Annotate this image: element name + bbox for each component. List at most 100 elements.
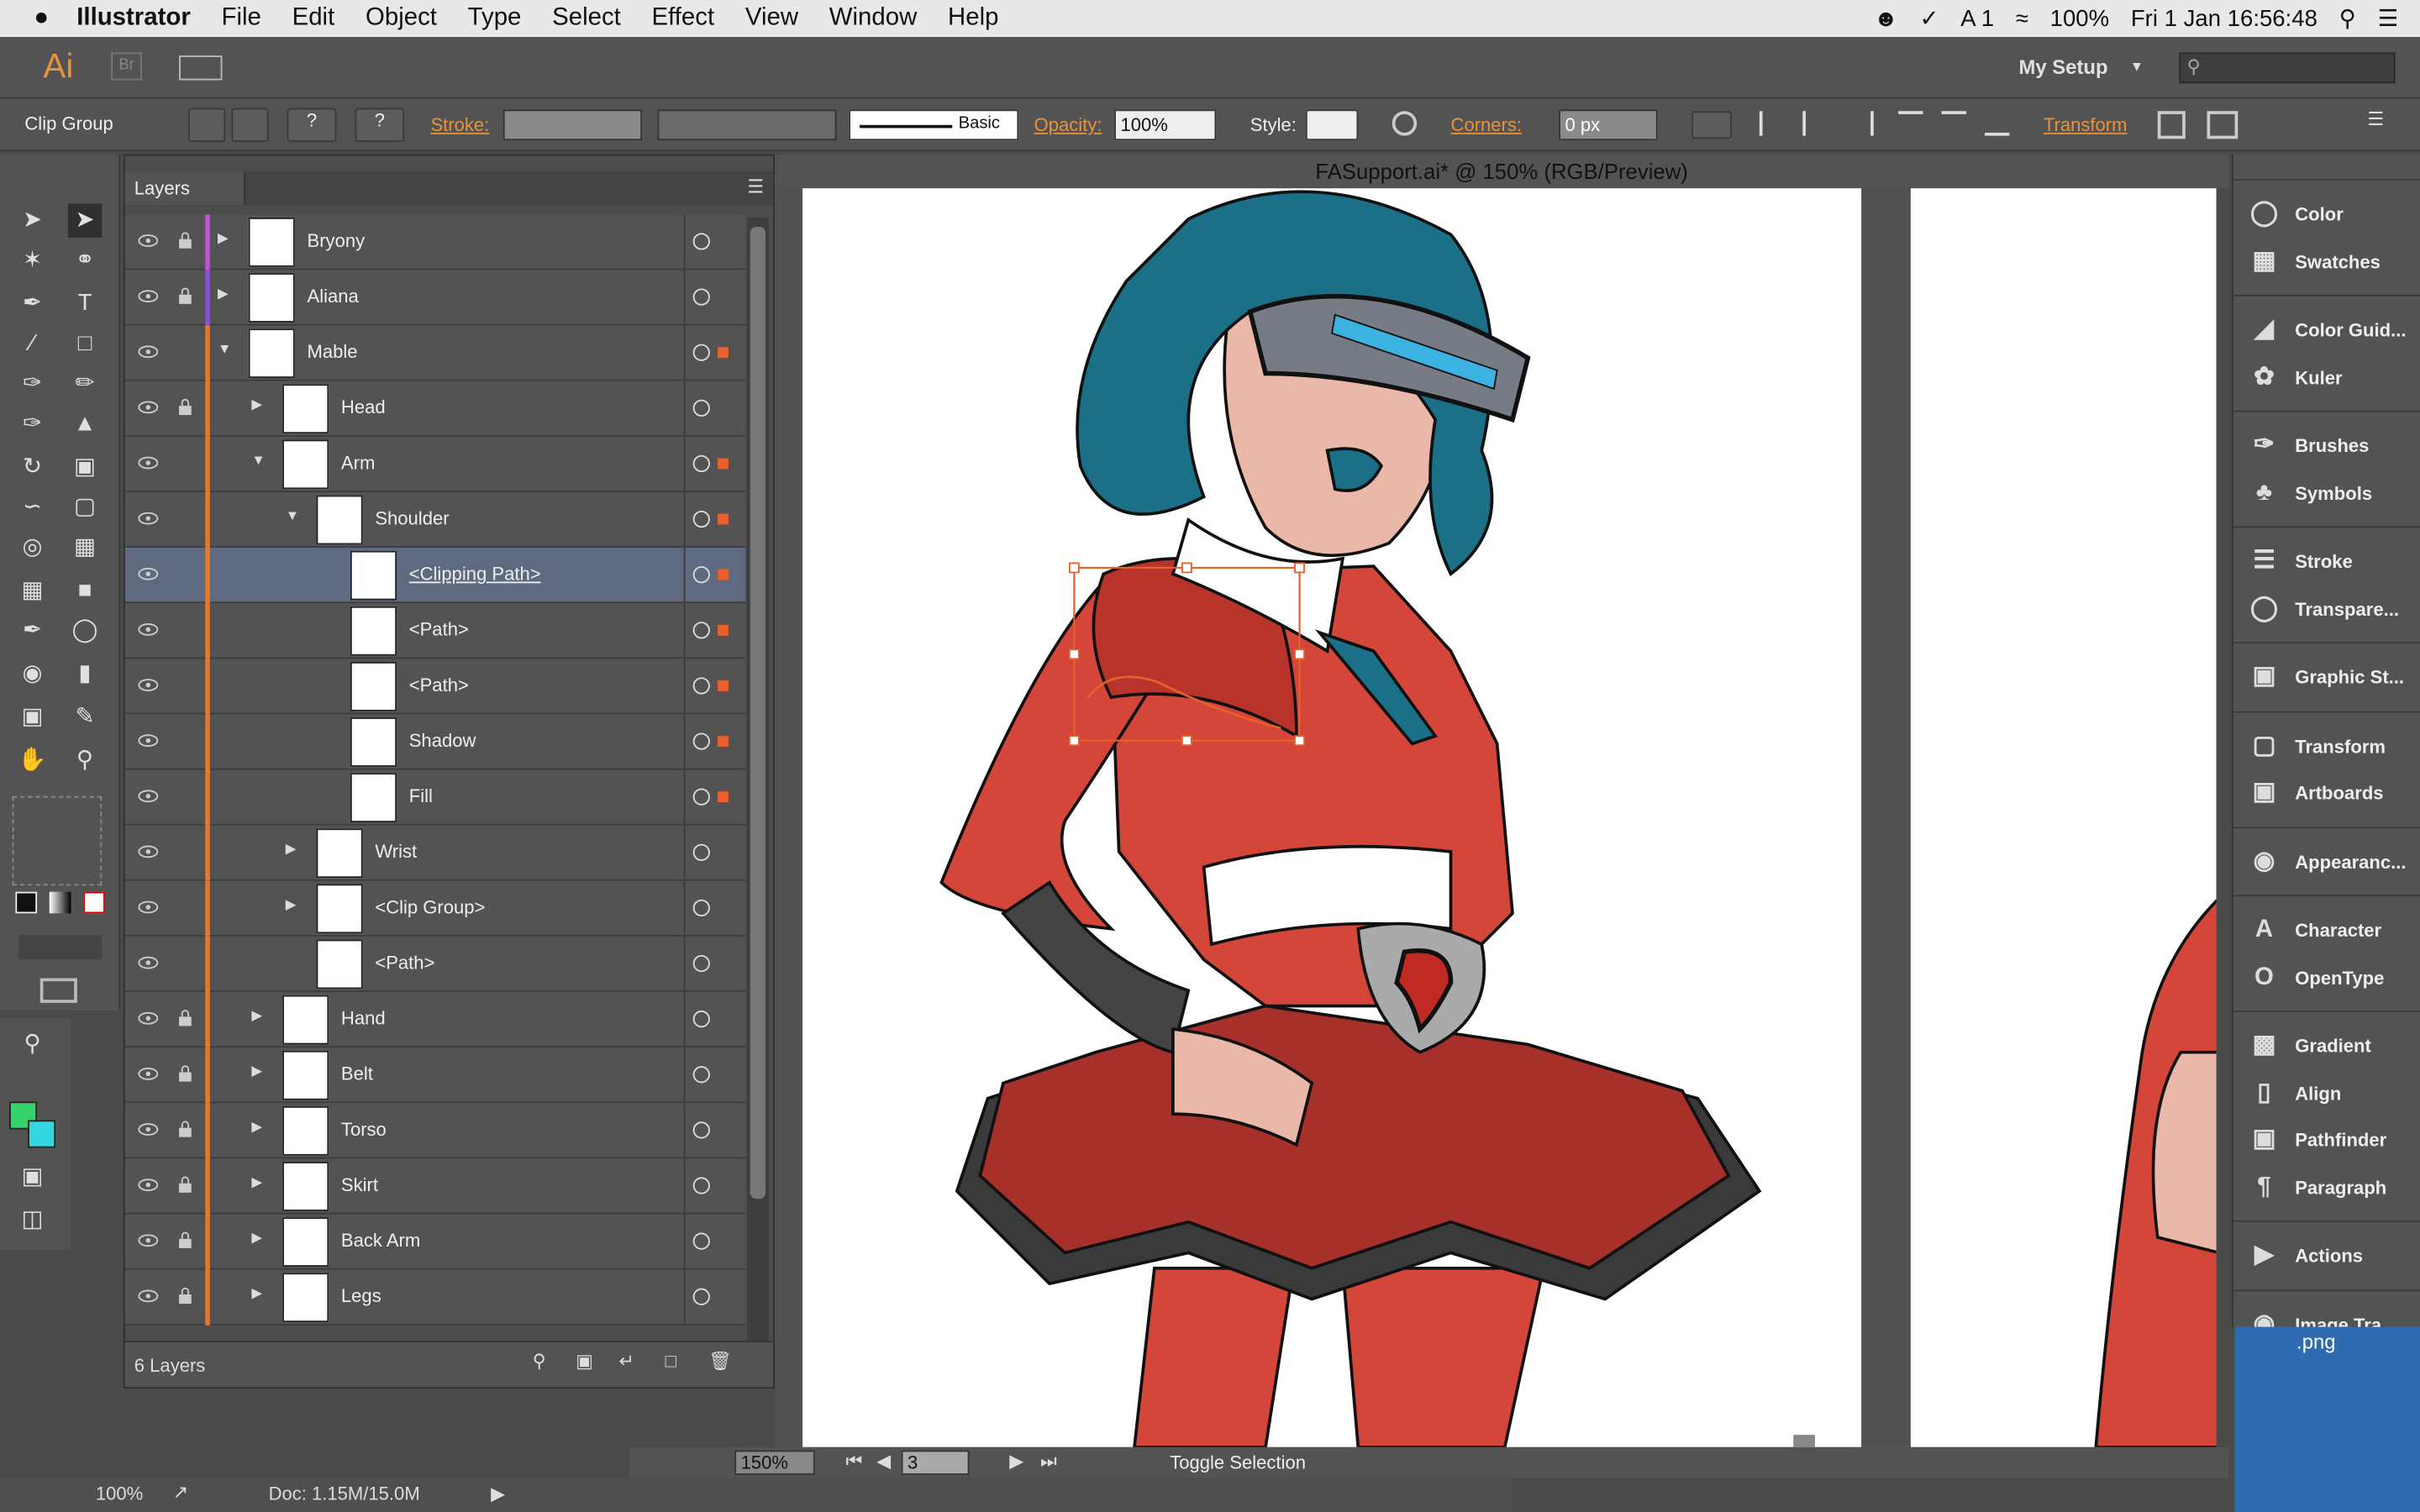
layer-name[interactable]: Aliana [308, 286, 359, 307]
align-center-icon[interactable] [1802, 111, 1827, 136]
chevron-down-icon[interactable]: ▼ [2130, 59, 2144, 74]
visibility-eye-icon[interactable] [137, 843, 159, 858]
layer-name[interactable]: Head [341, 396, 386, 418]
selection-indicator[interactable] [718, 569, 729, 580]
layer-row[interactable]: ▶ <Clip Group> [124, 880, 746, 937]
target-circle-icon[interactable] [692, 788, 710, 806]
stroke-color-button[interactable]: ? [355, 108, 405, 142]
panel-button-symbols[interactable]: ♣ Symbols [2233, 470, 2420, 516]
target-circle-icon[interactable] [692, 1232, 710, 1250]
visibility-eye-icon[interactable] [137, 398, 159, 414]
next-artboard-icon[interactable]: ▶ [1009, 1451, 1023, 1473]
panel-group-divider[interactable] [2233, 895, 2420, 902]
target-circle-icon[interactable] [692, 1288, 710, 1305]
rectangle-tool-icon[interactable]: □ [68, 327, 102, 360]
layer-name[interactable]: Shadow [409, 730, 476, 752]
disclosure-closed-icon[interactable]: ▶ [251, 1119, 266, 1137]
fill-swatch[interactable] [15, 891, 38, 914]
transform-link[interactable]: Transform [2044, 114, 2128, 136]
layer-row[interactable]: <Path> [124, 603, 746, 659]
visibility-eye-icon[interactable] [137, 898, 159, 914]
line-tool-icon[interactable]: ∕ [15, 327, 49, 360]
recolor-artwork-icon[interactable] [1392, 111, 1418, 136]
disclosure-closed-icon[interactable]: ▶ [218, 286, 233, 304]
lock-icon[interactable] [177, 1231, 192, 1250]
menu-file[interactable]: File [222, 5, 261, 33]
fill-stroke-widget[interactable] [12, 795, 103, 886]
delete-layer-icon[interactable]: 🗑 [708, 1350, 732, 1372]
panel-button-swatches[interactable]: ▦ Swatches [2233, 239, 2420, 285]
none-swatch[interactable] [83, 891, 105, 914]
shape-builder-tool-icon[interactable]: ◎ [15, 531, 49, 564]
target-circle-icon[interactable] [692, 622, 710, 639]
layer-name[interactable]: Hand [341, 1007, 386, 1029]
type-tool-icon[interactable]: T [68, 287, 102, 321]
layer-name[interactable]: Belt [341, 1063, 373, 1085]
eraser-tool-icon[interactable]: ▲ [68, 407, 102, 441]
menu-window[interactable]: Window [829, 5, 918, 33]
panel-group-divider[interactable] [2233, 710, 2420, 718]
layer-row[interactable]: ▼ Shoulder [124, 491, 746, 549]
lock-icon[interactable] [177, 398, 192, 417]
target-circle-icon[interactable] [692, 288, 710, 306]
align-bottom-icon[interactable] [1985, 111, 2010, 136]
eyedropper-tool-icon[interactable]: ✒ [15, 614, 49, 648]
panel-button-appearance[interactable]: ◉ Appearanc... [2233, 838, 2420, 885]
adobe-icon[interactable]: A 1 [1960, 5, 1994, 31]
align-right-icon[interactable] [1849, 111, 1874, 136]
share-icon[interactable]: ↗ [173, 1481, 188, 1503]
menu-object[interactable]: Object [366, 5, 437, 33]
layer-row[interactable]: ▶ Bryony [124, 214, 746, 270]
disclosure-closed-icon[interactable]: ▶ [251, 1230, 266, 1248]
screen-mode-icon[interactable] [39, 978, 77, 1003]
tab-layers[interactable]: Layers [124, 171, 246, 206]
panel-button-pathfinder[interactable]: ▣ Pathfinder [2233, 1117, 2420, 1163]
stroke-label[interactable]: Stroke: [430, 114, 489, 136]
selection-indicator[interactable] [718, 624, 729, 636]
lock-icon[interactable] [177, 287, 192, 306]
corners-label[interactable]: Corners: [1451, 114, 1523, 136]
layer-row[interactable]: ▶ Aliana [124, 270, 746, 326]
first-artboard-icon[interactable]: ⏮ [846, 1451, 863, 1474]
layer-name[interactable]: Fill [409, 785, 433, 807]
lock-icon[interactable] [177, 1120, 192, 1138]
help-search-input[interactable]: ⚲ [2179, 52, 2396, 84]
check-icon[interactable]: ✓ [1919, 5, 1939, 32]
visibility-eye-icon[interactable] [137, 232, 159, 247]
layer-row[interactable]: <Path> [124, 659, 746, 715]
selection-indicator[interactable] [718, 347, 729, 359]
scroll-thumb[interactable] [750, 227, 766, 1200]
workspace-switcher[interactable]: My Setup [2018, 55, 2107, 79]
panel-button-opentype[interactable]: O OpenType [2233, 954, 2420, 1000]
panel-group-divider[interactable] [2233, 1220, 2420, 1228]
target-circle-icon[interactable] [692, 954, 710, 973]
align-left-icon[interactable] [1759, 111, 1784, 136]
selection-indicator[interactable] [718, 680, 729, 691]
status-arrow-icon[interactable]: ▶ [491, 1483, 505, 1504]
visibility-eye-icon[interactable] [137, 675, 159, 691]
layer-name[interactable]: Mable [308, 341, 358, 363]
canvas[interactable] [775, 188, 2217, 1447]
hand-tool-icon[interactable]: ✋ [15, 743, 49, 777]
panel-group-divider[interactable] [2233, 179, 2420, 186]
bridge-button[interactable]: Br [111, 52, 142, 81]
menu-view[interactable]: View [745, 5, 798, 33]
layer-row[interactable]: ▶ Wrist [124, 825, 746, 881]
visibility-eye-icon[interactable] [137, 787, 159, 803]
new-sublayer-icon[interactable]: ↵ [619, 1350, 634, 1372]
panel-group-divider[interactable] [2233, 294, 2420, 302]
panel-button-actions[interactable]: ▶ Actions [2233, 1233, 2420, 1279]
layer-row[interactable]: ▶ Head [124, 381, 746, 437]
visibility-eye-icon[interactable] [137, 343, 159, 359]
layer-name[interactable]: <Path> [375, 952, 434, 974]
visibility-eye-icon[interactable] [137, 953, 159, 969]
stroke-weight-field[interactable] [502, 109, 643, 141]
layer-row[interactable]: Fill [124, 769, 746, 826]
visibility-eye-icon[interactable] [137, 287, 159, 303]
layer-row[interactable]: <Path> [124, 936, 746, 993]
menu-help[interactable]: Help [948, 5, 998, 33]
selection-indicator[interactable] [718, 513, 729, 525]
visibility-eye-icon[interactable] [137, 1120, 159, 1136]
graphic-style-swatch[interactable] [1305, 109, 1359, 141]
layer-row[interactable]: ▶ Legs [124, 1269, 746, 1326]
